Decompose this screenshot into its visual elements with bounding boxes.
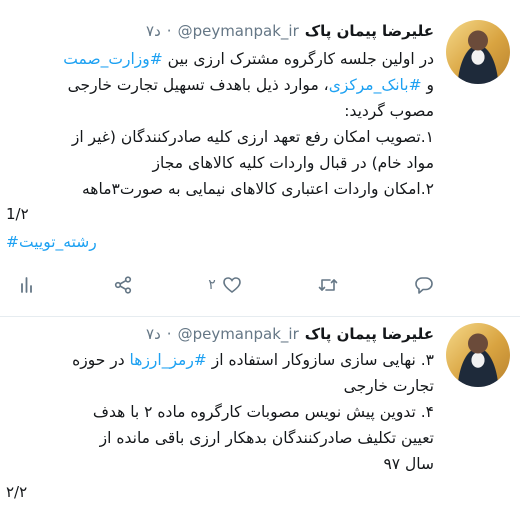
- tweet-card[interactable]: علیرضا پیمان پاک @peymanpak_ir · ۷د در ا…: [0, 0, 520, 317]
- thread-count: ۲/۲: [6, 483, 28, 501]
- tweet-actions: ۲: [18, 270, 434, 300]
- tweet-time[interactable]: ۷د: [146, 22, 161, 40]
- avatar[interactable]: [446, 323, 510, 387]
- heart-icon[interactable]: [222, 275, 242, 295]
- tweet-line: در اولین جلسه کارگروه مشترک ارزی بین #وز…: [6, 46, 434, 72]
- like-count: ۲: [208, 277, 216, 293]
- retweet-icon[interactable]: [317, 275, 339, 295]
- tweet-header: علیرضا پیمان پاک @peymanpak_ir · ۷د: [146, 321, 434, 347]
- thread-hashtag-link[interactable]: #رشته_توییت: [6, 233, 97, 251]
- tweet-text-segment: و: [421, 76, 435, 94]
- hashtag-link[interactable]: #بانک_مرکزی: [329, 76, 422, 94]
- tweet-card[interactable]: علیرضا پیمان پاک @peymanpak_ir · ۷د ۳. ن…: [0, 317, 520, 506]
- tweet-text: در اولین جلسه کارگروه مشترک ارزی بین #وز…: [6, 46, 434, 202]
- tweet-line: تجارت خارجی: [343, 377, 434, 395]
- tweet-text: ۳. نهایی سازی سازوکار استفاده از #رمز_ار…: [6, 347, 434, 477]
- tweet-line: ۲.امکان واردات اعتباری کالاهای نیمایی به…: [81, 180, 434, 198]
- author-handle[interactable]: @peymanpak_ir: [178, 22, 299, 40]
- tweet-line: ۴. تدوین پیش نویس مصوبات کارگروه ماده ۲ …: [92, 403, 434, 421]
- share-icon[interactable]: [113, 275, 133, 295]
- tweet-text-segment: در حوزه: [72, 351, 130, 369]
- hashtag-link[interactable]: #رمز_ارزها: [130, 351, 207, 369]
- like-action[interactable]: ۲: [208, 275, 242, 295]
- tweet-line: مواد خام) در قبال واردات کلیه کالاهای مج…: [152, 154, 434, 172]
- tweet-line: و #بانک_مرکزی، موارد ذیل باهدف تسهیل تجا…: [6, 72, 434, 98]
- analytics-icon[interactable]: [18, 275, 38, 295]
- tweet-text-segment: ، موارد ذیل باهدف تسهیل تجارت خارجی: [67, 76, 329, 94]
- tweet-line: تعیین تکلیف صادرکنندگان بدهکار ارزی باقی…: [99, 429, 434, 447]
- author-name[interactable]: علیرضا پیمان پاک: [305, 22, 434, 40]
- author-name[interactable]: علیرضا پیمان پاک: [305, 325, 434, 343]
- tweet-text-segment: در اولین جلسه کارگروه مشترک ارزی بین: [162, 50, 434, 68]
- tweet-line: سال ۹۷: [383, 455, 434, 473]
- tweet-line: ۱.تصویب امکان رفع تعهد ارزی کلیه صادرکنن…: [71, 128, 434, 146]
- separator-dot: ·: [166, 22, 172, 40]
- separator-dot: ·: [166, 325, 172, 343]
- tweet-header: علیرضا پیمان پاک @peymanpak_ir · ۷د: [146, 18, 434, 44]
- tweet-text-segment: ۳. نهایی سازی سازوکار استفاده از: [206, 351, 434, 369]
- author-handle[interactable]: @peymanpak_ir: [178, 325, 299, 343]
- hashtag-link[interactable]: #وزارت_صمت: [63, 50, 162, 68]
- reply-icon[interactable]: [414, 275, 434, 295]
- thread-count: 1/۲: [6, 205, 29, 223]
- tweet-line: ۳. نهایی سازی سازوکار استفاده از #رمز_ار…: [6, 347, 434, 373]
- tweet-line: مصوب گردید:: [344, 102, 434, 120]
- avatar[interactable]: [446, 20, 510, 84]
- tweet-time[interactable]: ۷د: [146, 325, 161, 343]
